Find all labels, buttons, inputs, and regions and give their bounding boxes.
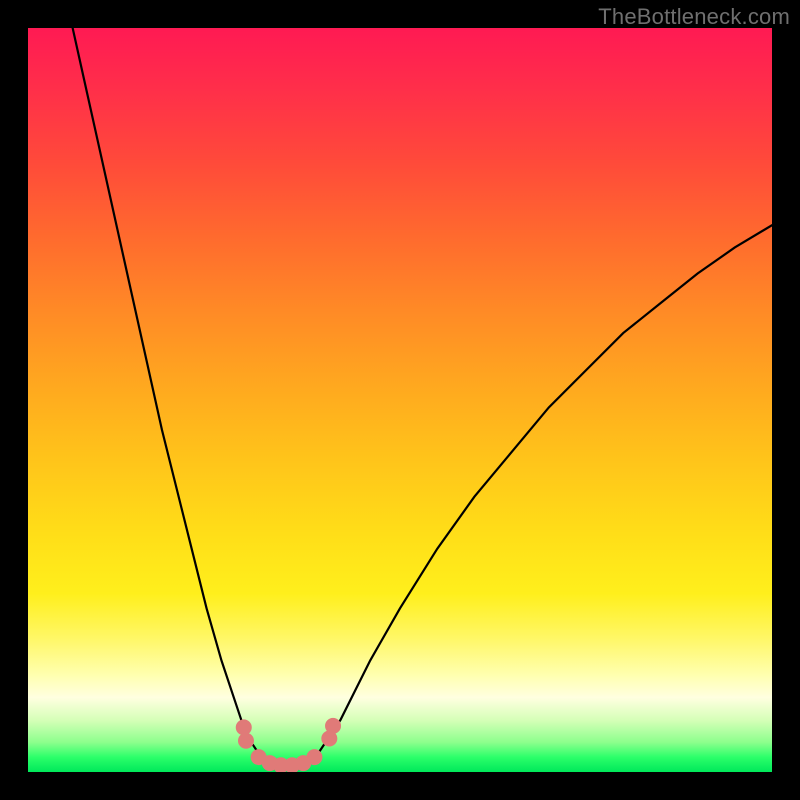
curve-layer bbox=[28, 28, 772, 772]
trough-marker bbox=[306, 749, 322, 765]
plot-area bbox=[28, 28, 772, 772]
chart-frame: TheBottleneck.com bbox=[0, 0, 800, 800]
watermark-text: TheBottleneck.com bbox=[598, 4, 790, 30]
bottleneck-curve bbox=[73, 28, 772, 766]
trough-marker bbox=[238, 733, 254, 749]
trough-marker bbox=[236, 719, 252, 735]
trough-marker bbox=[325, 718, 341, 734]
